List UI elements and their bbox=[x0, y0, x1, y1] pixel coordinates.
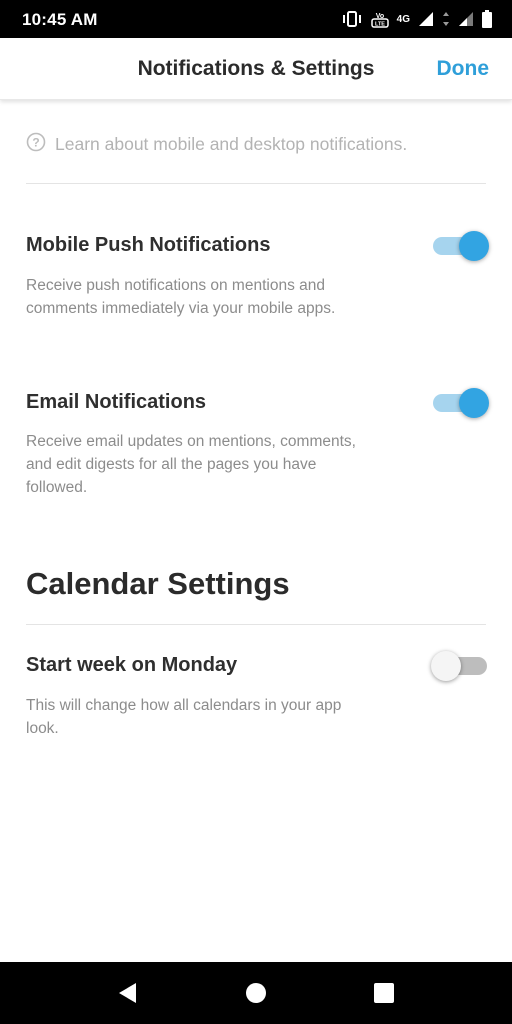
page-title: Notifications & Settings bbox=[137, 57, 375, 80]
done-button[interactable]: Done bbox=[437, 57, 490, 81]
toggle-knob bbox=[459, 388, 489, 418]
back-icon[interactable] bbox=[114, 979, 142, 1007]
divider bbox=[26, 183, 486, 184]
email-notifications-description: Receive email updates on mentions, comme… bbox=[26, 433, 356, 496]
volte-icon: Vo LTE bbox=[370, 10, 389, 28]
svg-text:LTE: LTE bbox=[375, 22, 385, 28]
learn-notifications-link[interactable]: ? Learn about mobile and desktop notific… bbox=[26, 132, 407, 156]
calendar-section-title: Calendar Settings bbox=[26, 566, 290, 601]
signal-icon bbox=[458, 11, 474, 27]
svg-text:Vo: Vo bbox=[375, 13, 383, 20]
header: Notifications & Settings Done bbox=[0, 38, 512, 100]
data-arrows-icon bbox=[442, 11, 450, 27]
start-week-description: This will change how all calendars in yo… bbox=[26, 697, 342, 737]
start-week-title: Start week on Monday bbox=[26, 654, 238, 676]
signal-icon bbox=[418, 11, 434, 27]
email-notifications-title: Email Notifications bbox=[26, 391, 207, 413]
battery-icon bbox=[482, 10, 492, 28]
vibrate-icon bbox=[341, 11, 363, 27]
toggle-knob bbox=[431, 651, 461, 681]
recents-icon[interactable] bbox=[370, 979, 398, 1007]
home-icon[interactable] bbox=[242, 979, 270, 1007]
mobile-push-description: Receive push notifications on mentions a… bbox=[26, 277, 336, 317]
learn-link-text: Learn about mobile and desktop notificat… bbox=[55, 133, 408, 154]
mobile-push-title: Mobile Push Notifications bbox=[26, 234, 271, 256]
status-icons: Vo LTE 4G bbox=[341, 9, 492, 29]
email-notifications-toggle[interactable] bbox=[431, 386, 489, 420]
start-week-toggle[interactable] bbox=[431, 649, 489, 683]
svg-text:?: ? bbox=[32, 135, 39, 149]
network-type-label: 4G bbox=[396, 13, 410, 25]
status-bar: 10:45 AM Vo LTE 4G bbox=[0, 0, 512, 38]
mobile-push-toggle[interactable] bbox=[431, 229, 489, 263]
status-time: 10:45 AM bbox=[22, 10, 98, 29]
divider bbox=[26, 624, 486, 625]
help-circle-icon: ? bbox=[26, 132, 46, 157]
navigation-bar bbox=[0, 962, 512, 1024]
toggle-knob bbox=[459, 231, 489, 261]
